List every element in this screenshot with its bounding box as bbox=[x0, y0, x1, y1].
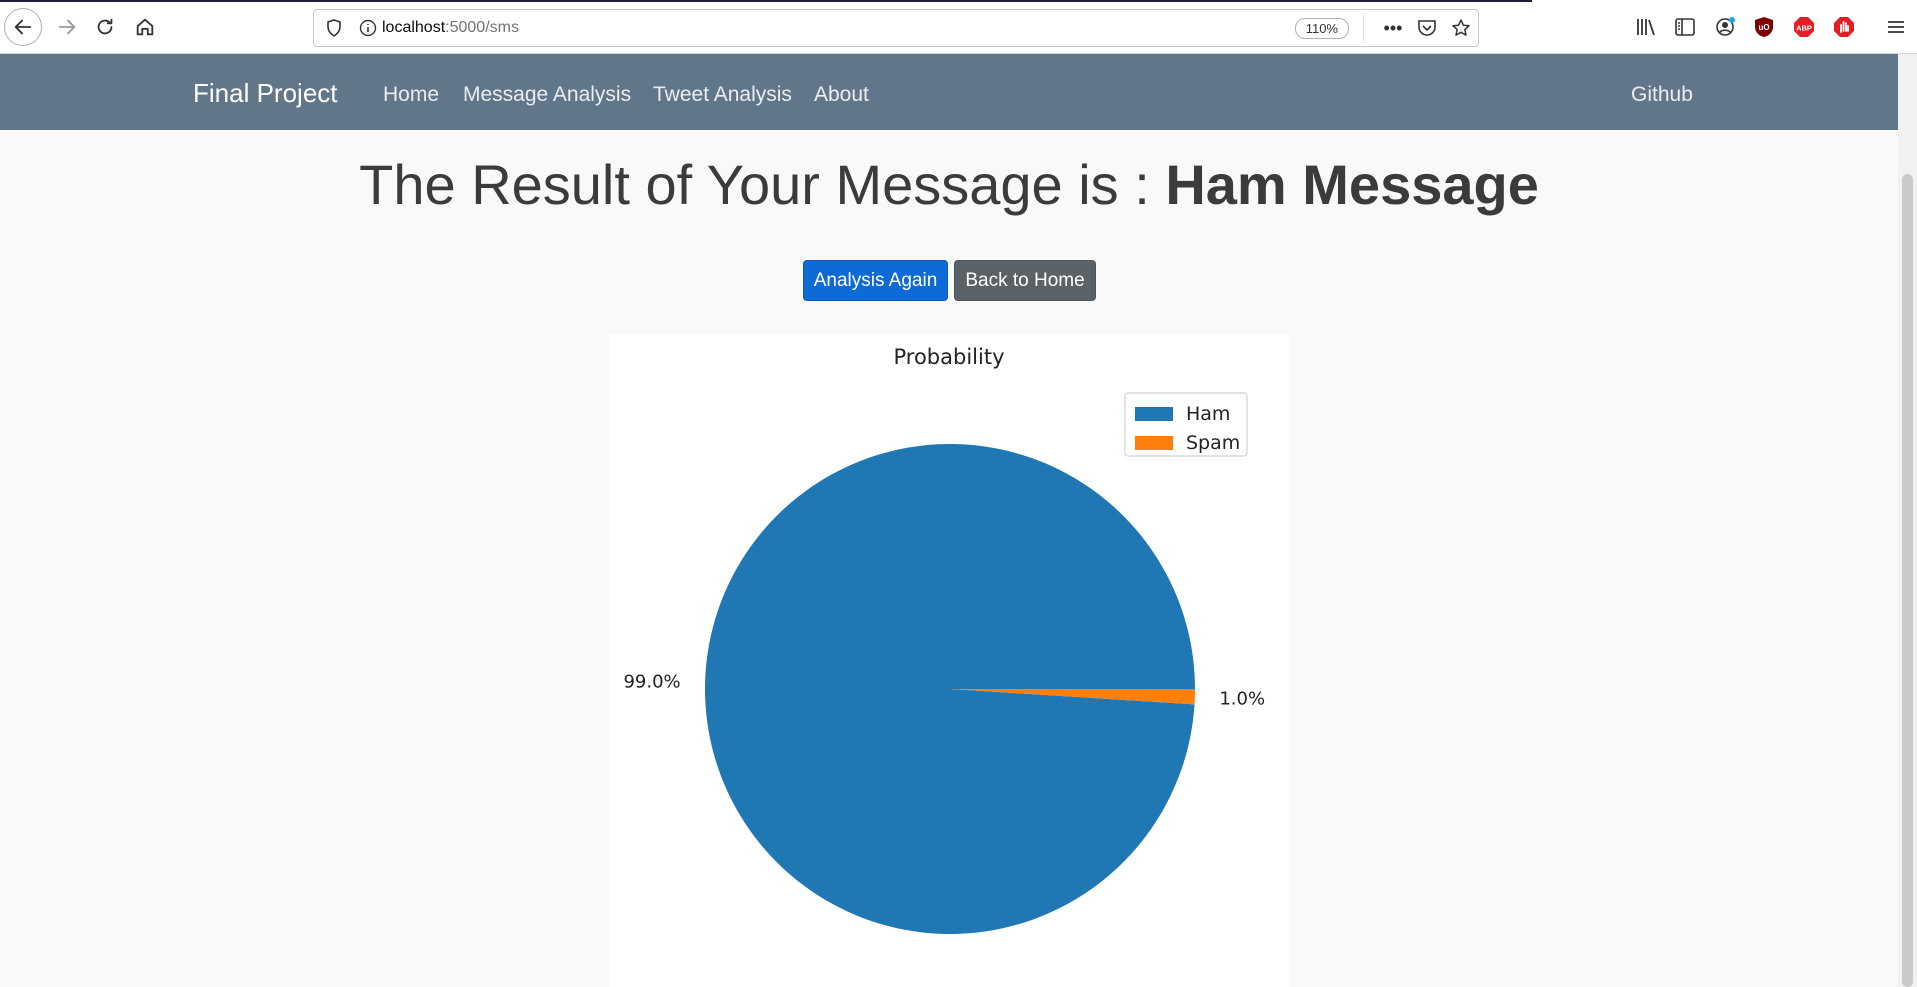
probability-chart: Probability 99.0% 1.0% Ham Spam bbox=[609, 334, 1290, 987]
result-value: Ham Message bbox=[1165, 153, 1539, 216]
adblock-hand-icon[interactable] bbox=[1831, 14, 1857, 40]
site-navbar: Final Project Home Message Analysis Twee… bbox=[0, 54, 1898, 130]
nav-about[interactable]: About bbox=[814, 83, 869, 107]
legend-swatch-spam bbox=[1135, 436, 1173, 450]
back-to-home-button[interactable]: Back to Home bbox=[954, 260, 1096, 301]
arrow-left-icon bbox=[14, 19, 32, 35]
forward-button[interactable] bbox=[48, 8, 86, 46]
bookmark-star-icon[interactable] bbox=[1444, 18, 1478, 38]
menu-icon[interactable] bbox=[1883, 14, 1909, 40]
home-button[interactable] bbox=[126, 8, 164, 46]
brand-link[interactable]: Final Project bbox=[193, 78, 338, 109]
browser-toolbar: localhost:5000/sms 110% ••• uO ABP bbox=[0, 0, 1917, 54]
shield-icon[interactable] bbox=[314, 19, 354, 37]
chart-title: Probability bbox=[893, 345, 1004, 369]
adblock-plus-icon[interactable]: ABP bbox=[1791, 14, 1817, 40]
nav-tweet-analysis[interactable]: Tweet Analysis bbox=[653, 83, 792, 107]
ublock-icon[interactable]: uO bbox=[1751, 14, 1777, 40]
info-icon[interactable] bbox=[354, 19, 382, 37]
nav-home[interactable]: Home bbox=[383, 83, 439, 107]
pie-label-spam: 1.0% bbox=[1219, 688, 1265, 709]
pie-slice-ham bbox=[705, 443, 1195, 934]
account-icon[interactable] bbox=[1712, 14, 1738, 40]
legend-label-ham: Ham bbox=[1186, 403, 1230, 425]
svg-text:ABP: ABP bbox=[1796, 24, 1812, 33]
nav-message-analysis[interactable]: Message Analysis bbox=[463, 83, 631, 107]
zoom-indicator[interactable]: 110% bbox=[1294, 17, 1349, 39]
library-icon[interactable] bbox=[1633, 14, 1659, 40]
svg-text:uO: uO bbox=[1758, 23, 1769, 32]
result-heading: The Result of Your Message is : Ham Mess… bbox=[0, 152, 1898, 217]
nav-github[interactable]: Github bbox=[1631, 83, 1693, 107]
pie-chart-svg: Probability 99.0% 1.0% Ham Spam bbox=[623, 345, 1265, 934]
pie-label-ham: 99.0% bbox=[623, 672, 680, 693]
url-path: :5000/sms bbox=[445, 19, 519, 36]
url-host: localhost bbox=[382, 19, 446, 36]
url-divider bbox=[1363, 14, 1364, 42]
arrow-right-icon bbox=[58, 19, 76, 35]
reload-icon bbox=[97, 18, 113, 35]
legend-label-spam: Spam bbox=[1186, 432, 1240, 454]
chart-legend: Ham Spam bbox=[1124, 392, 1248, 457]
legend-swatch-ham bbox=[1135, 407, 1173, 421]
reload-button[interactable] bbox=[86, 8, 124, 46]
back-button[interactable] bbox=[4, 8, 42, 46]
url-bar[interactable]: localhost:5000/sms 110% ••• bbox=[313, 9, 1479, 47]
more-actions-icon[interactable]: ••• bbox=[1376, 18, 1410, 39]
tab-strip-edge bbox=[0, 0, 1532, 2]
home-icon bbox=[136, 18, 154, 36]
page-scrollbar[interactable] bbox=[1898, 54, 1917, 987]
sidebar-icon[interactable] bbox=[1672, 14, 1698, 40]
pie-slices bbox=[705, 443, 1195, 934]
analysis-again-button[interactable]: Analysis Again bbox=[803, 260, 948, 301]
url-text[interactable]: localhost:5000/sms bbox=[382, 19, 1295, 37]
result-prefix: The Result of Your Message is : bbox=[359, 153, 1166, 216]
pocket-icon[interactable] bbox=[1410, 19, 1444, 37]
scrollbar-thumb[interactable] bbox=[1902, 174, 1913, 987]
